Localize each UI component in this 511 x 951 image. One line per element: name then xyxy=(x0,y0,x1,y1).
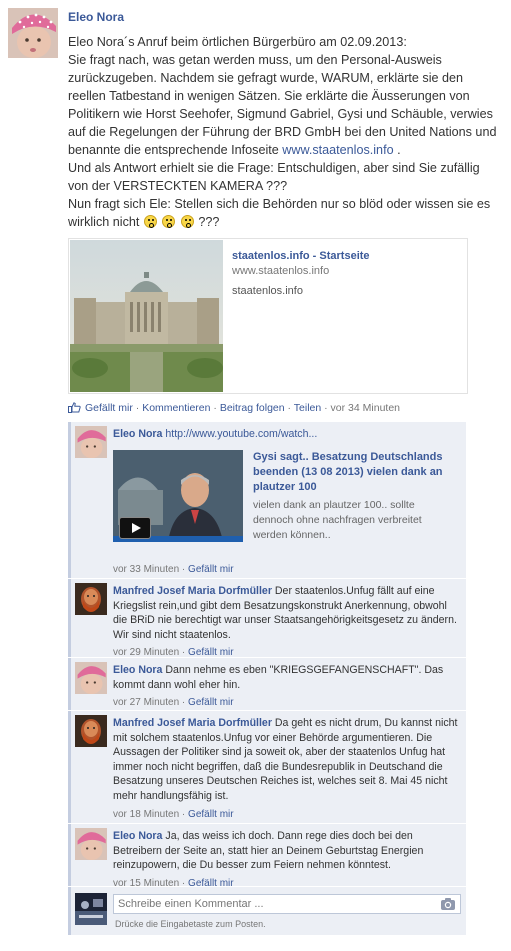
post: Eleo Nora Eleo Nora´s Anruf beim örtlich… xyxy=(0,0,511,951)
commenter-avatar[interactable] xyxy=(75,715,107,747)
link-preview[interactable]: staatenlos.info - Startseite www.staaten… xyxy=(68,238,468,394)
post-paragraph: Und als Antwort erhielt sie die Frage: E… xyxy=(68,161,480,193)
post-text-segment: ??? xyxy=(198,215,220,229)
comment-item: Manfred Josef Maria Dorfmüller Der staat… xyxy=(68,579,466,658)
share-button[interactable]: Teilen xyxy=(294,402,321,414)
comment-text: Dann nehme es eben "KRIEGSGEFANGENSCHAFT… xyxy=(113,664,444,691)
commenter-name[interactable]: Eleo Nora xyxy=(113,830,162,842)
comment-body: Manfred Josef Maria Dorfmüller Da geht e… xyxy=(113,716,461,822)
comment-timestamp[interactable]: vor 33 Minuten xyxy=(113,564,179,575)
emoji-icon xyxy=(162,215,176,228)
commenter-name[interactable]: Manfred Josef Maria Dorfmüller xyxy=(113,717,272,729)
comment-item: Eleo Nora Dann nehme es eben "KRIEGSGEFA… xyxy=(68,658,466,710)
emoji-icon xyxy=(180,215,194,228)
comment-link[interactable]: http://www.youtube.com/watch... xyxy=(165,428,317,440)
like-button[interactable]: Gefällt mir xyxy=(85,402,133,414)
comment-like-button[interactable]: Gefällt mir xyxy=(188,564,234,575)
separator: · xyxy=(324,402,328,414)
commenter-avatar[interactable] xyxy=(75,426,107,458)
separator: · xyxy=(135,402,140,414)
post-text: Eleo Nora´s Anruf beim örtlichen Bürgerb… xyxy=(68,33,500,231)
comment-body: Eleo Nora Ja, das weiss ich doch. Dann r… xyxy=(113,829,461,891)
author-avatar[interactable] xyxy=(8,8,58,58)
comment-timestamp[interactable]: vor 27 Minuten xyxy=(113,697,179,708)
comment-like-button[interactable]: Gefällt mir xyxy=(188,809,234,820)
comment-timestamp[interactable]: vor 18 Minuten xyxy=(113,809,179,820)
post-paragraph: Nun fragt sich Ele: Stellen sich die Beh… xyxy=(68,195,500,231)
play-icon[interactable] xyxy=(119,517,151,539)
like-icon xyxy=(68,402,81,413)
current-user-avatar[interactable] xyxy=(75,893,107,925)
follow-post-button[interactable]: Beitrag folgen xyxy=(220,402,285,414)
comment-body: Manfred Josef Maria Dorfmüller Der staat… xyxy=(113,584,461,661)
video-attachment[interactable]: Gysi sagt.. Besatzung Deutschlands beend… xyxy=(113,450,465,542)
comment-composer: Drücke die Eingabetaste zum Posten. xyxy=(68,887,466,935)
commenter-avatar[interactable] xyxy=(75,828,107,860)
link-preview-description: staatenlos.info xyxy=(232,285,303,297)
camera-icon[interactable] xyxy=(440,897,456,911)
post-actions: Gefällt mir · Kommentieren · Beitrag fol… xyxy=(68,402,400,414)
composer-hint: Drücke die Eingabetaste zum Posten. xyxy=(115,919,266,929)
comment-meta: vor 18 Minuten · Gefällt mir xyxy=(113,808,234,820)
comment-input[interactable] xyxy=(113,894,461,914)
commenter-avatar[interactable] xyxy=(75,583,107,615)
comment-body: Eleo Nora http://www.youtube.com/watch..… xyxy=(113,427,461,442)
comment-text: Da geht es nicht drum, Du kannst nicht m… xyxy=(113,717,458,802)
emoji-icon xyxy=(143,215,157,228)
separator: · xyxy=(213,402,217,414)
post-paragraph: Sie fragt nach, was getan werden muss, u… xyxy=(68,51,500,159)
video-title[interactable]: Gysi sagt.. Besatzung Deutschlands beend… xyxy=(253,450,465,495)
comment-item: Manfred Josef Maria Dorfmüller Da geht e… xyxy=(68,711,466,823)
commenter-avatar[interactable] xyxy=(75,662,107,694)
post-text-segment: Nun fragt sich Ele: Stellen sich die Beh… xyxy=(68,197,491,229)
comment-body: Eleo Nora Dann nehme es eben "KRIEGSGEFA… xyxy=(113,663,461,711)
commenter-name[interactable]: Eleo Nora xyxy=(113,428,162,440)
comment-item: Eleo Nora Ja, das weiss ich doch. Dann r… xyxy=(68,824,466,889)
post-inline-link[interactable]: www.staatenlos.info xyxy=(282,143,393,157)
commenter-name[interactable]: Manfred Josef Maria Dorfmüller xyxy=(113,585,272,597)
post-text-segment: Sie fragt nach, was getan werden muss, u… xyxy=(68,53,497,157)
link-preview-title[interactable]: staatenlos.info - Startseite xyxy=(232,250,370,262)
comment-meta: vor 33 Minuten · Gefällt mir xyxy=(113,564,234,575)
comment-like-button[interactable]: Gefällt mir xyxy=(188,697,234,708)
post-paragraph: Eleo Nora´s Anruf beim örtlichen Bürgerb… xyxy=(68,35,407,49)
comment-item: Eleo Nora http://www.youtube.com/watch..… xyxy=(68,422,466,578)
commenter-name[interactable]: Eleo Nora xyxy=(113,664,162,676)
link-preview-url: www.staatenlos.info xyxy=(232,265,330,277)
separator: · xyxy=(287,402,292,414)
post-author[interactable]: Eleo Nora xyxy=(68,10,124,24)
link-preview-image[interactable] xyxy=(70,240,223,392)
comment-meta: vor 27 Minuten · Gefällt mir xyxy=(113,697,234,709)
video-description: vielen dank an plautzer 100.. sollte den… xyxy=(253,499,422,541)
post-timestamp[interactable]: vor 34 Minuten xyxy=(331,402,400,414)
video-thumbnail[interactable] xyxy=(113,450,243,542)
post-text-segment: . xyxy=(393,143,401,157)
comment-button[interactable]: Kommentieren xyxy=(142,402,210,414)
